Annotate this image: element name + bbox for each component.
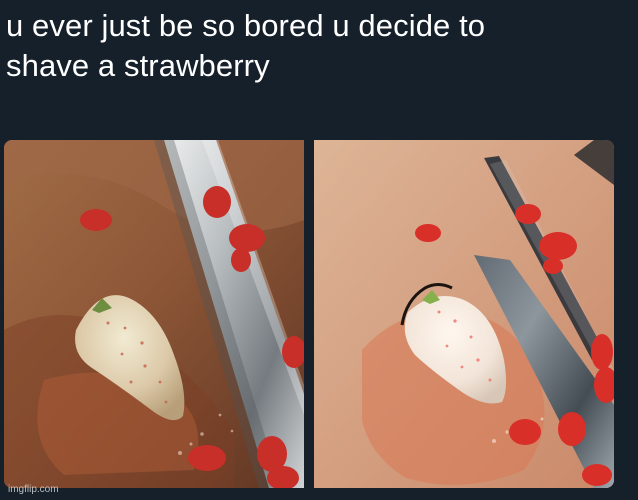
meme-image: u ever just be so bored u decide to shav… <box>0 0 638 500</box>
photo-right <box>314 140 614 488</box>
caption-line-1: u ever just be so bored u decide to <box>6 8 486 43</box>
photo-right-illustration <box>314 140 614 488</box>
photo-left-illustration <box>4 140 304 488</box>
photo-left <box>4 140 304 488</box>
caption-line-2: shave a strawberry <box>6 48 270 83</box>
imgflip-watermark: imgflip.com <box>8 484 59 495</box>
meme-caption: u ever just be so bored u decide to shav… <box>6 6 626 86</box>
